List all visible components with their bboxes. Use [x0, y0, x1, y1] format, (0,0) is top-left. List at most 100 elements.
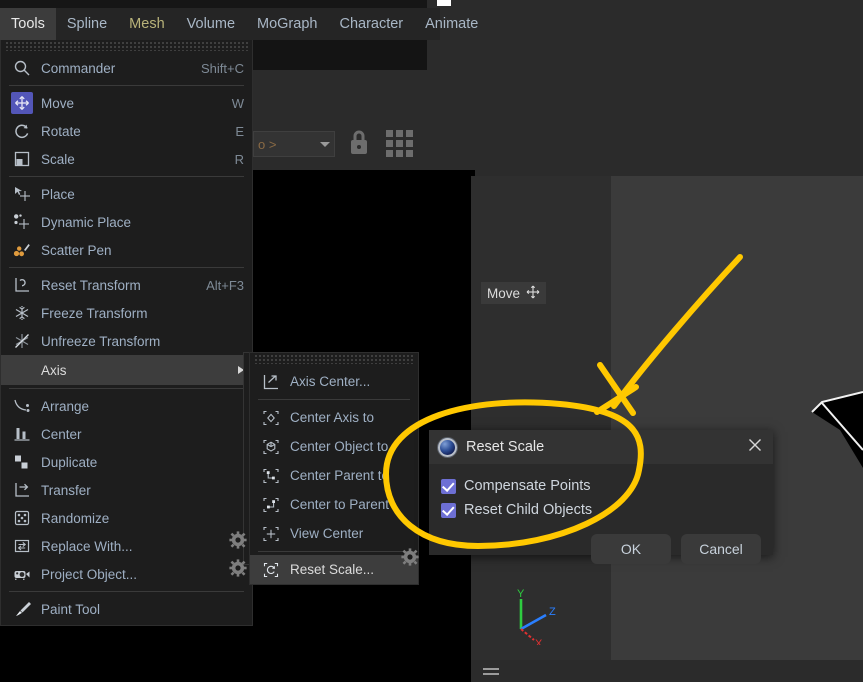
menu-item-shortcut: W — [231, 95, 244, 111]
menu-item-commander[interactable]: Commander Shift+C — [1, 54, 252, 82]
menu-grip-handle[interactable] — [5, 42, 248, 51]
menu-item-label: Center — [41, 426, 82, 442]
menu-item-label: Scatter Pen — [41, 242, 112, 258]
hamburger-icon[interactable] — [483, 668, 499, 678]
menu-item-randomize[interactable]: Randomize — [1, 504, 252, 532]
submenu-item-center-axis-to[interactable]: Center Axis to — [250, 403, 418, 432]
menu-item-unfreeze-transform[interactable]: Unfreeze Transform — [1, 327, 252, 355]
menu-item-center[interactable]: Center — [1, 420, 252, 448]
menu-item-label: Unfreeze Transform — [41, 333, 161, 349]
axis-submenu: Axis Center... Center Axis to Center Obj… — [249, 352, 419, 585]
viewport-bottom-bar — [471, 660, 863, 682]
svg-text:X: X — [535, 638, 543, 645]
menu-item-freeze-transform[interactable]: Freeze Transform — [1, 299, 252, 327]
toolbar-dropdown-value: o > — [258, 136, 277, 152]
center-object-to-icon — [260, 436, 282, 458]
menu-item-label: Place — [41, 186, 75, 202]
menu-tab-animate[interactable]: Animate — [414, 8, 489, 40]
menu-item-rotate[interactable]: Rotate E — [1, 117, 252, 145]
viewport-object-silhouette — [800, 390, 863, 468]
grid-icon[interactable] — [386, 130, 413, 157]
replace-with-gear-icon[interactable] — [229, 531, 247, 554]
lock-icon[interactable] — [347, 128, 371, 158]
menu-item-shortcut: R — [234, 151, 244, 167]
center-parent-to-icon — [260, 465, 282, 487]
menu-item-label: Randomize — [41, 510, 110, 526]
menu-item-label: Arrange — [41, 398, 90, 414]
reset-scale-gear-icon[interactable] — [401, 548, 419, 571]
menu-tab-volume[interactable]: Volume — [176, 8, 246, 40]
transfer-icon — [11, 479, 33, 501]
menu-tab-label: Mesh — [129, 16, 165, 32]
menu-item-label: Duplicate — [41, 454, 98, 470]
reset-scale-dialog: Reset Scale Compensate Points Reset Chil… — [429, 430, 773, 564]
svg-text:Z: Z — [549, 606, 556, 618]
menu-tab-label: Animate — [425, 16, 479, 32]
submenu-separator — [258, 399, 410, 400]
viewport-tool-label: Move — [487, 285, 521, 301]
right-black-gap — [427, 170, 471, 682]
button-label: OK — [620, 541, 642, 557]
menu-tab-tools[interactable]: Tools — [0, 8, 56, 40]
menubar: Tools Spline Mesh Volume MoGraph Charact… — [0, 8, 478, 40]
menu-tab-spline[interactable]: Spline — [56, 8, 118, 40]
submenu-item-label: Center Axis to — [290, 410, 375, 425]
submenu-item-center-parent-to[interactable]: Center Parent to — [250, 461, 418, 490]
toolbar-dropdown[interactable]: o > — [253, 131, 335, 157]
menu-item-duplicate[interactable]: Duplicate — [1, 448, 252, 476]
menu-item-move[interactable]: Move W — [1, 89, 252, 117]
menu-tab-mesh[interactable]: Mesh — [118, 8, 175, 40]
reset-transform-icon — [11, 274, 33, 296]
chevron-down-icon — [320, 141, 330, 147]
submenu-item-reset-scale[interactable]: Reset Scale... — [250, 555, 418, 584]
randomize-icon — [11, 507, 33, 529]
center-to-parent-icon — [260, 494, 282, 516]
menu-separator — [9, 591, 244, 592]
app-window: o > Tools Spline Mesh Volume MoGraph Cha… — [0, 0, 863, 682]
ok-button[interactable]: OK — [591, 534, 671, 564]
submenu-item-center-to-parent[interactable]: Center to Parent — [250, 490, 418, 519]
menu-item-dynamic-place[interactable]: Dynamic Place — [1, 208, 252, 236]
viewport-tool-chip: Move — [481, 282, 547, 304]
submenu-item-label: Reset Scale... — [290, 562, 375, 577]
menu-tab-label: Spline — [66, 16, 108, 32]
menu-item-replace-with[interactable]: Replace With... — [1, 532, 252, 560]
menu-tab-character[interactable]: Character — [328, 8, 414, 40]
center-axis-to-icon — [260, 407, 282, 429]
menu-item-label: Freeze Transform — [41, 305, 148, 321]
cancel-button[interactable]: Cancel — [681, 534, 761, 564]
menu-item-shortcut: Shift+C — [201, 60, 244, 76]
unfreeze-transform-icon — [11, 330, 33, 352]
submenu-grip-handle[interactable] — [254, 355, 414, 364]
checkbox-row-reset-child-objects[interactable]: Reset Child Objects — [441, 498, 773, 522]
menu-item-scatter-pen[interactable]: Scatter Pen — [1, 236, 252, 264]
submenu-item-axis-center[interactable]: Axis Center... — [250, 367, 418, 396]
menu-item-transfer[interactable]: Transfer — [1, 476, 252, 504]
submenu-item-label: Center Object to — [290, 439, 389, 454]
submenu-item-center-object-to[interactable]: Center Object to — [250, 432, 418, 461]
menu-item-project-object[interactable]: Project Object... — [1, 560, 252, 588]
project-object-gear-icon[interactable] — [229, 559, 247, 582]
menu-item-scale[interactable]: Scale R — [1, 145, 252, 173]
menu-item-axis[interactable]: Axis — [1, 355, 252, 385]
close-icon[interactable] — [747, 437, 763, 458]
submenu-item-view-center[interactable]: View Center — [250, 519, 418, 548]
button-label: Cancel — [699, 541, 743, 557]
menu-item-label: Scale — [41, 151, 75, 167]
checkbox-row-compensate-points[interactable]: Compensate Points — [441, 474, 773, 498]
checkbox-reset-child-objects[interactable] — [441, 502, 456, 518]
attribute-panel-dark — [253, 40, 427, 70]
menu-item-place[interactable]: Place — [1, 180, 252, 208]
menu-item-paint-tool[interactable]: Paint Tool — [1, 595, 252, 623]
menu-tab-label: Volume — [186, 16, 236, 32]
menu-item-arrange[interactable]: Arrange — [1, 392, 252, 420]
menu-separator — [9, 85, 244, 86]
move-crosshair-icon — [526, 285, 540, 302]
menu-tab-mograph[interactable]: MoGraph — [246, 8, 328, 40]
checkbox-compensate-points[interactable] — [441, 478, 456, 494]
duplicate-icon — [11, 451, 33, 473]
menu-item-reset-transform[interactable]: Reset Transform Alt+F3 — [1, 271, 252, 299]
submenu-separator — [258, 551, 410, 552]
dialog-titlebar: Reset Scale — [429, 430, 773, 464]
svg-text:Y: Y — [517, 588, 525, 600]
